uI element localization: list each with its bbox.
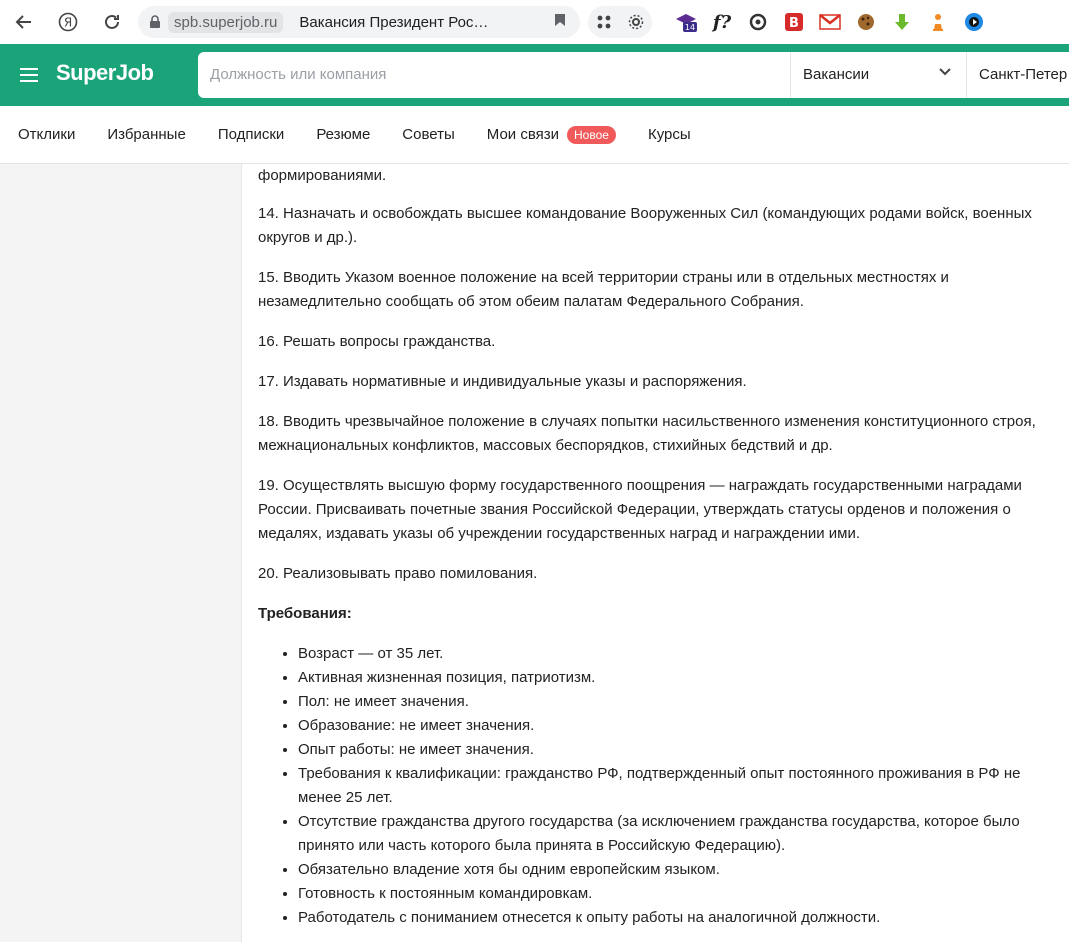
new-badge: Новое [567,125,616,144]
cookie-icon[interactable] [848,6,884,38]
browser-toolbar: Я spb.superjob.ru Вакансия Президент Рос… [0,0,1069,44]
list-item: Работодатель с пониманием отнесется к оп… [298,906,1048,930]
duty-paragraph: 14. Назначать и освобождать высшее коман… [258,205,1032,246]
duty-paragraph: 20. Реализовывать право помилования. [258,565,538,582]
site-header: SuperJob Должность или компания Вакансии… [0,44,1069,106]
superjob-logo[interactable]: SuperJob [56,60,154,86]
extension-14-icon[interactable]: 14 [668,6,704,38]
sub-navigation: Отклики Избранные Подписки Резюме Советы… [0,106,1069,164]
extension-b-icon[interactable]: B [776,6,812,38]
right-margin [1048,164,1069,942]
list-item: Возраст — от 35 лет. [298,642,1048,666]
download-icon[interactable] [884,6,920,38]
reload-icon[interactable] [94,4,130,40]
nav-connections[interactable]: Мои связи Новое [487,125,616,144]
extension-sync-icon[interactable] [740,6,776,38]
search-input[interactable]: Должность или компания [210,66,386,83]
extension-f-icon[interactable]: f? [704,6,740,38]
yandex-icon[interactable]: Я [50,4,86,40]
chevron-down-icon [938,64,952,81]
chess-icon[interactable] [920,6,956,38]
nav-resume[interactable]: Резюме [316,126,370,143]
duty-paragraph: 15. Вводить Указом военное положение на … [258,269,949,310]
requirements-heading: Требования: [258,605,352,622]
extensions-bar: 14 f? B [588,6,992,38]
list-item: Опыт работы: не имеет значения. [298,738,1048,762]
vacancy-description: формированиями. 14. Назначать и освобожд… [258,164,1048,930]
requirements-list: Возраст — от 35 лет. Активная жизненная … [298,642,1048,930]
svg-text:14: 14 [685,23,695,32]
city-select[interactable]: Санкт-Петер [966,52,1069,98]
left-sidebar [0,164,242,942]
duty-paragraph: 16. Решать вопросы гражданства. [258,333,496,350]
lock-icon [150,15,160,28]
city-value: Санкт-Петер [979,66,1068,83]
nav-responses[interactable]: Отклики [18,126,75,143]
nav-subscriptions[interactable]: Подписки [218,126,285,143]
extension-group[interactable] [588,6,652,38]
search-type-value: Вакансии [803,66,870,83]
duty-paragraph: 17. Издавать нормативные и индивидуальны… [258,373,747,390]
url-domain: spb.superjob.ru [168,11,284,33]
gear-icon[interactable] [628,14,644,30]
video-icon[interactable] [956,6,992,38]
gmail-icon[interactable] [812,6,848,38]
search-type-select[interactable]: Вакансии [790,52,966,98]
nav-favorites[interactable]: Избранные [107,126,185,143]
back-icon[interactable] [6,4,42,40]
duty-paragraph: 18. Вводить чрезвычайное положение в слу… [258,413,1036,454]
list-item: Пол: не имеет значения. [298,690,1048,714]
bookmark-icon[interactable] [554,13,566,31]
list-item: Активная жизненная позиция, патриотизм. [298,666,1048,690]
nav-courses[interactable]: Курсы [648,126,691,143]
list-item: Готовность к постоянным командировкам. [298,882,1048,906]
list-item: Отсутствие гражданства другого государст… [298,810,1048,858]
svg-text:Я: Я [64,16,72,30]
tab-title: Вакансия Президент Рос… [299,13,489,31]
list-item: Обязательно владение хотя бы одним европ… [298,858,1048,882]
svg-text:B: B [789,16,799,31]
list-item: Требования к квалификации: гражданство Р… [298,762,1048,810]
duty-paragraph: 19. Осуществлять высшую форму государств… [258,477,1022,542]
search-bar: Должность или компания Вакансии Санкт-Пе… [198,52,1069,98]
nav-tips[interactable]: Советы [402,126,454,143]
duty-paragraph: формированиями. [258,167,387,184]
menu-icon[interactable] [20,68,38,82]
address-bar[interactable]: spb.superjob.ru Вакансия Президент Рос… [138,6,580,38]
list-item: Образование: не имеет значения. [298,714,1048,738]
apps-icon[interactable] [597,15,611,29]
